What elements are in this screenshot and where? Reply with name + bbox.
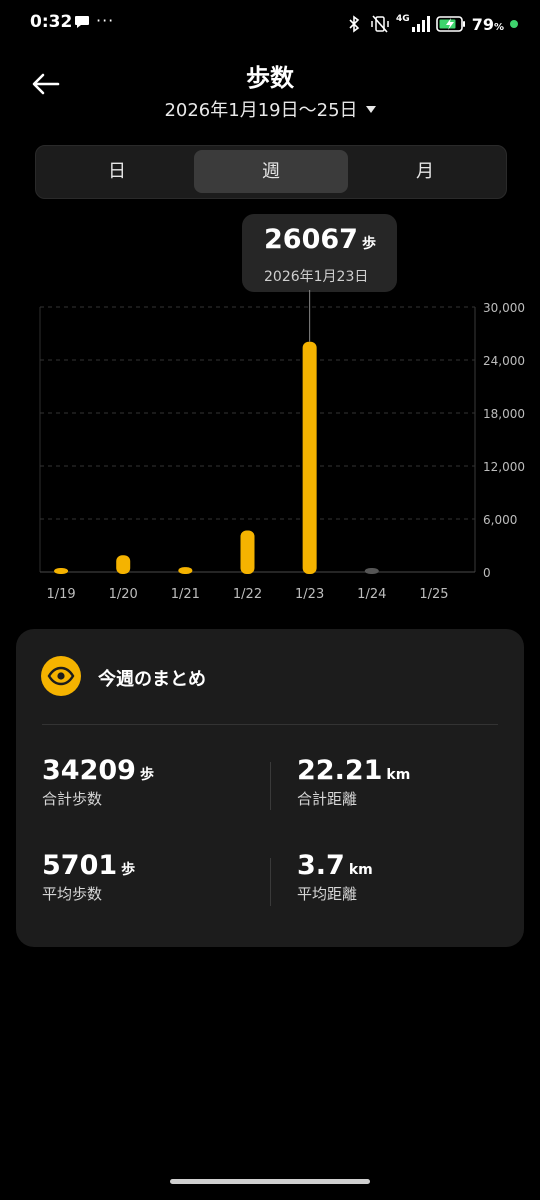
x-tick-label: 1/23 bbox=[295, 587, 324, 602]
status-icons: 4G 79% bbox=[344, 12, 518, 36]
y-tick-label: 6,000 bbox=[483, 513, 517, 527]
total-steps-value: 34209 bbox=[42, 755, 136, 786]
total-distance-unit: km bbox=[386, 767, 411, 783]
y-tick-label: 0 bbox=[483, 566, 491, 580]
summary-title: 今週のまとめ bbox=[98, 669, 206, 690]
battery-charging-icon bbox=[435, 16, 465, 32]
avg-distance-unit: km bbox=[348, 862, 373, 878]
message-icon bbox=[75, 16, 89, 28]
period-tabs: 日 週 月 bbox=[35, 145, 507, 199]
avg-steps-label: 平均歩数 bbox=[42, 885, 103, 903]
tab-week[interactable]: 週 bbox=[194, 150, 348, 193]
x-tick-label: 1/19 bbox=[46, 587, 75, 602]
network-type: 4G bbox=[396, 13, 410, 24]
y-tick-label: 12,000 bbox=[483, 460, 525, 474]
caret-down-icon bbox=[365, 105, 376, 113]
bluetooth-icon bbox=[349, 15, 360, 33]
summary-divider bbox=[42, 724, 498, 725]
summary-icon-badge bbox=[41, 656, 81, 696]
bar-1-19 bbox=[54, 568, 69, 574]
tooltip-date: 2026年1月23日 bbox=[264, 269, 369, 285]
avg-distance-value: 3.7 bbox=[297, 850, 345, 881]
bar-1-20 bbox=[116, 555, 131, 574]
y-tick-label: 30,000 bbox=[483, 301, 525, 315]
total-distance-label: 合計距離 bbox=[297, 790, 358, 808]
x-tick-label: 1/22 bbox=[233, 587, 262, 602]
eye-icon bbox=[47, 666, 75, 686]
avg-distance-metric: 3.7 km 平均距離 bbox=[297, 850, 373, 904]
total-distance-metric: 22.21 km 合計距離 bbox=[297, 755, 410, 809]
x-tick-label: 1/21 bbox=[171, 587, 200, 602]
weekly-steps-chart[interactable]: 0 6,000 12,000 18,000 24,000 30,000 1/19 1/20 1/… bbox=[0, 290, 540, 610]
y-tick-label: 18,000 bbox=[483, 407, 525, 421]
bar-1-24 bbox=[364, 568, 379, 574]
more-notifications-icon: ··· bbox=[96, 11, 115, 30]
total-steps-label: 合計歩数 bbox=[42, 790, 103, 808]
tooltip-value-row: 26067 歩 bbox=[264, 224, 376, 255]
tab-day[interactable]: 日 bbox=[40, 150, 194, 193]
vibrate-off-icon bbox=[371, 15, 389, 33]
bar-1-21 bbox=[178, 567, 193, 574]
status-bar: 0:32 ··· 4G 79% bbox=[0, 0, 540, 48]
x-tick-label: 1/20 bbox=[109, 587, 138, 602]
page-title: 歩数 bbox=[246, 64, 294, 92]
steps-screen: 0:32 ··· 4G 79% 歩数 2026年1月19日〜25日 日 週 月 … bbox=[0, 0, 540, 1200]
privacy-indicator-dot bbox=[510, 20, 518, 28]
bar-1-22 bbox=[240, 530, 255, 574]
date-range-label: 2026年1月19日〜25日 bbox=[164, 100, 358, 121]
tooltip-unit: 歩 bbox=[361, 236, 376, 252]
tab-month[interactable]: 月 bbox=[348, 150, 502, 193]
bar-1-23 bbox=[302, 341, 317, 574]
home-indicator[interactable] bbox=[170, 1179, 370, 1184]
x-tick-label: 1/24 bbox=[357, 587, 386, 602]
tooltip-value: 26067 bbox=[264, 224, 358, 255]
total-distance-value: 22.21 bbox=[297, 755, 383, 786]
status-time: 0:32 bbox=[30, 12, 73, 32]
avg-steps-metric: 5701 歩 平均歩数 bbox=[42, 850, 135, 904]
x-tick-label: 1/25 bbox=[419, 587, 448, 602]
total-steps-metric: 34209 歩 合計歩数 bbox=[42, 755, 154, 809]
battery-percent: 79% bbox=[471, 14, 504, 34]
date-range-selector[interactable]: 2026年1月19日〜25日 bbox=[0, 96, 540, 122]
chart-tooltip: 26067 歩 2026年1月23日 bbox=[242, 214, 397, 292]
avg-distance-label: 平均距離 bbox=[297, 885, 358, 903]
metric-divider bbox=[270, 858, 271, 906]
metric-divider bbox=[270, 762, 271, 810]
signal-icon bbox=[411, 16, 430, 32]
avg-steps-value: 5701 bbox=[42, 850, 118, 881]
weekly-summary-card: 今週のまとめ 34209 歩 合計歩数 22.21 km 合計距離 5701 歩 平均… bbox=[16, 629, 524, 947]
avg-steps-unit: 歩 bbox=[121, 862, 136, 878]
y-tick-label: 24,000 bbox=[483, 354, 525, 368]
total-steps-unit: 歩 bbox=[139, 767, 154, 783]
